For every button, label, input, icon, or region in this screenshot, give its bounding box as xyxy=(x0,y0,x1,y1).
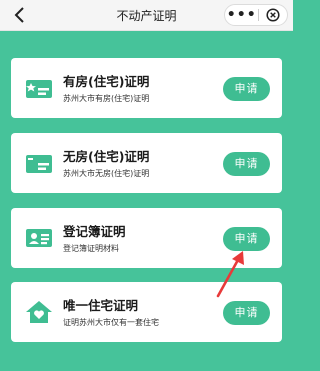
mini-program-capsule: ••• xyxy=(224,4,288,26)
annotation-arrow-icon xyxy=(216,251,244,298)
apply-button[interactable]: 申请 xyxy=(223,77,270,101)
card-description: 登记簿证明材料 xyxy=(63,244,119,253)
card-description: 证明苏州大市仅有一套住宅 xyxy=(63,318,159,327)
close-circle-icon xyxy=(266,8,280,22)
home-heart-icon xyxy=(25,299,53,325)
card-title: 登记簿证明 xyxy=(63,224,126,239)
more-button[interactable]: ••• xyxy=(225,5,258,25)
no-house-certificate-icon xyxy=(25,150,53,176)
card-title: 唯一住宅证明 xyxy=(63,298,139,313)
navigation-bar: 不动产证明 ••• xyxy=(0,0,293,31)
close-button[interactable] xyxy=(259,5,287,25)
certificate-card-no-house: 无房(住宅)证明 苏州大市无房(住宅)证明 申请 xyxy=(11,133,282,193)
card-title: 无房(住宅)证明 xyxy=(63,149,150,164)
certificate-card-has-house: 有房(住宅)证明 苏州大市有房(住宅)证明 申请 xyxy=(11,58,282,118)
card-title: 有房(住宅)证明 xyxy=(63,74,150,89)
card-description: 苏州大市有房(住宅)证明 xyxy=(63,94,150,103)
apply-button[interactable]: 申请 xyxy=(223,301,270,325)
house-certificate-icon xyxy=(25,75,53,101)
apply-button[interactable]: 申请 xyxy=(223,152,270,176)
id-card-icon xyxy=(25,225,53,251)
card-description: 苏州大市无房(住宅)证明 xyxy=(63,169,150,178)
